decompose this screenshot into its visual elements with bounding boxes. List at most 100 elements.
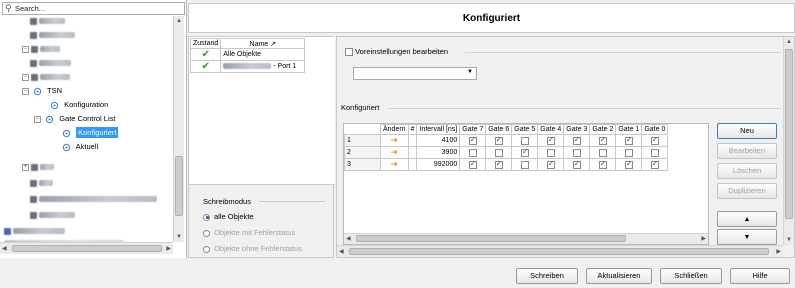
gate-checkbox[interactable] (520, 147, 529, 157)
gate-checkbox[interactable] (650, 159, 659, 169)
gate-checkbox[interactable] (494, 135, 503, 145)
tree-item-blurred[interactable] (30, 28, 76, 42)
table-row[interactable]: 1 ➜ 4100 (344, 134, 669, 147)
delete-button[interactable]: Löschen (717, 163, 777, 179)
search-input[interactable]: Search... (15, 4, 45, 13)
gate-checkbox[interactable] (468, 159, 477, 169)
table-row[interactable]: ✔ - Port 1 (189, 60, 306, 73)
tree-scrollbar-h[interactable]: ◀ ▶ (0, 242, 173, 254)
scroll-right-icon[interactable]: ▶ (166, 245, 171, 252)
gate-checkbox[interactable] (468, 135, 477, 145)
edit-row-icon[interactable]: ➜ (380, 146, 409, 159)
scroll-thumb[interactable] (785, 49, 793, 219)
column-header-gate1[interactable]: Gate 1 (615, 124, 643, 135)
collapse-icon[interactable]: − (22, 87, 29, 95)
gate-checkbox[interactable] (624, 135, 633, 145)
column-header-gate2[interactable]: Gate 2 (589, 124, 617, 135)
gate-checkbox[interactable] (494, 148, 503, 157)
column-header-zustand[interactable]: Zustand (189, 38, 222, 49)
gate-checkbox[interactable] (520, 136, 529, 145)
write-button[interactable]: Schreiben (516, 268, 578, 284)
edit-row-icon[interactable]: ➜ (380, 158, 409, 171)
gate-checkbox[interactable] (572, 148, 581, 157)
tree-scrollbar-v[interactable]: ▲ ▼ (173, 16, 184, 242)
gate-checkbox[interactable] (598, 159, 607, 169)
move-up-button[interactable]: ▲ (717, 211, 777, 227)
scroll-right-icon[interactable]: ▶ (701, 235, 706, 242)
gate-checkbox[interactable] (650, 135, 659, 145)
scroll-left-icon[interactable]: ◀ (346, 235, 351, 242)
gate-checkbox[interactable] (546, 159, 555, 169)
main-scrollbar-h[interactable]: ◀ ▶ (337, 245, 783, 257)
column-header-gate6[interactable]: Gate 6 (485, 124, 513, 135)
move-down-button[interactable]: ▼ (717, 229, 777, 245)
tree-item-tsn[interactable]: − TSN (22, 84, 62, 98)
scroll-up-icon[interactable]: ▲ (176, 18, 182, 24)
column-header-aendern[interactable]: Ändern (380, 124, 409, 135)
preset-dropdown[interactable]: ▼ (353, 67, 477, 80)
column-header-intervall[interactable]: Intervall [ns] (416, 124, 461, 135)
column-header-name[interactable]: Name ↗ (220, 38, 306, 49)
voreinstellungen-checkbox[interactable]: Voreinstellungen bearbeiten (345, 47, 448, 57)
radio-mit-fehlerstatus[interactable]: Objekte mit Fehlerstatus (203, 228, 331, 244)
grid-scrollbar-h[interactable]: ◀ ▶ (344, 233, 708, 244)
scroll-thumb[interactable] (12, 245, 162, 252)
scroll-down-icon[interactable]: ▼ (176, 234, 182, 240)
tree-item-konfiguriert[interactable]: Konfiguriert (62, 126, 119, 140)
gate-checkbox[interactable] (520, 160, 529, 169)
interval-value[interactable]: 3900 (416, 146, 461, 159)
tree-item-blurred[interactable] (30, 192, 158, 206)
scroll-thumb[interactable] (356, 235, 626, 242)
scroll-down-icon[interactable]: ▼ (786, 237, 792, 243)
gate-checkbox[interactable] (572, 135, 581, 145)
refresh-button[interactable]: Aktualisieren (586, 268, 652, 284)
gate-checkbox[interactable] (572, 159, 581, 169)
tree-item-gate-control-list[interactable]: − Gate Control List (34, 112, 115, 126)
scroll-right-icon[interactable]: ▶ (776, 248, 781, 255)
close-button[interactable]: Schließen (660, 268, 722, 284)
interval-value[interactable]: 4100 (416, 134, 461, 147)
column-header-gate0[interactable]: Gate 0 (641, 124, 669, 135)
tree-item-konfiguration[interactable]: Konfiguration (50, 98, 108, 112)
tree-item-aktuell[interactable]: Aktuell (62, 140, 98, 154)
gate-checkbox[interactable] (546, 148, 555, 157)
collapse-icon[interactable]: − (34, 115, 41, 123)
scroll-up-icon[interactable]: ▲ (786, 39, 792, 45)
table-row[interactable]: ✔ Alle Objekte (189, 48, 306, 61)
column-header-gate5[interactable]: Gate 5 (511, 124, 539, 135)
tree-item-blurred[interactable] (30, 56, 72, 70)
column-header-nr[interactable]: # (407, 124, 418, 135)
column-header-gate7[interactable]: Gate 7 (459, 124, 487, 135)
gate-checkbox[interactable] (546, 135, 555, 145)
scroll-left-icon[interactable]: ◀ (2, 245, 7, 252)
gate-checkbox[interactable] (468, 148, 477, 157)
edit-row-icon[interactable]: ➜ (380, 134, 409, 147)
tree-item-blurred[interactable]: − (22, 42, 61, 56)
help-button[interactable]: Hilfe (730, 268, 790, 284)
radio-alle-objekte[interactable]: alle Objekte (203, 212, 331, 228)
radio-ohne-fehlerstatus[interactable]: Objekte ohne Fehlerstatus (203, 244, 331, 260)
scroll-thumb[interactable] (175, 156, 183, 216)
tree-item-blurred[interactable] (30, 14, 66, 28)
table-row[interactable]: 2 ➜ 3900 (344, 146, 669, 159)
tree-item-blurred[interactable] (30, 176, 54, 190)
tree-item-blurred[interactable]: − (22, 70, 71, 84)
main-scrollbar-v[interactable]: ▲ ▼ (783, 37, 794, 245)
scroll-left-icon[interactable]: ◀ (339, 248, 344, 255)
column-header-gate4[interactable]: Gate 4 (537, 124, 565, 135)
gate-checkbox[interactable] (598, 148, 607, 157)
interval-value[interactable]: 992000 (416, 158, 461, 171)
new-button[interactable]: Neu (717, 123, 777, 139)
gate-checkbox[interactable] (598, 135, 607, 145)
gate-checkbox[interactable] (624, 148, 633, 157)
gate-checkbox[interactable] (624, 159, 633, 169)
scroll-thumb[interactable] (349, 248, 769, 255)
tree-item-blurred[interactable]: + (22, 160, 55, 174)
column-header-gate3[interactable]: Gate 3 (563, 124, 591, 135)
duplicate-button[interactable]: Duplizieren (717, 183, 777, 199)
tree-item-blurred[interactable] (30, 208, 76, 222)
edit-button[interactable]: Bearbeiten (717, 143, 777, 159)
gate-checkbox[interactable] (650, 148, 659, 157)
gate-checkbox[interactable] (494, 159, 503, 169)
table-row[interactable]: 3 ➜ 992000 (344, 158, 669, 171)
